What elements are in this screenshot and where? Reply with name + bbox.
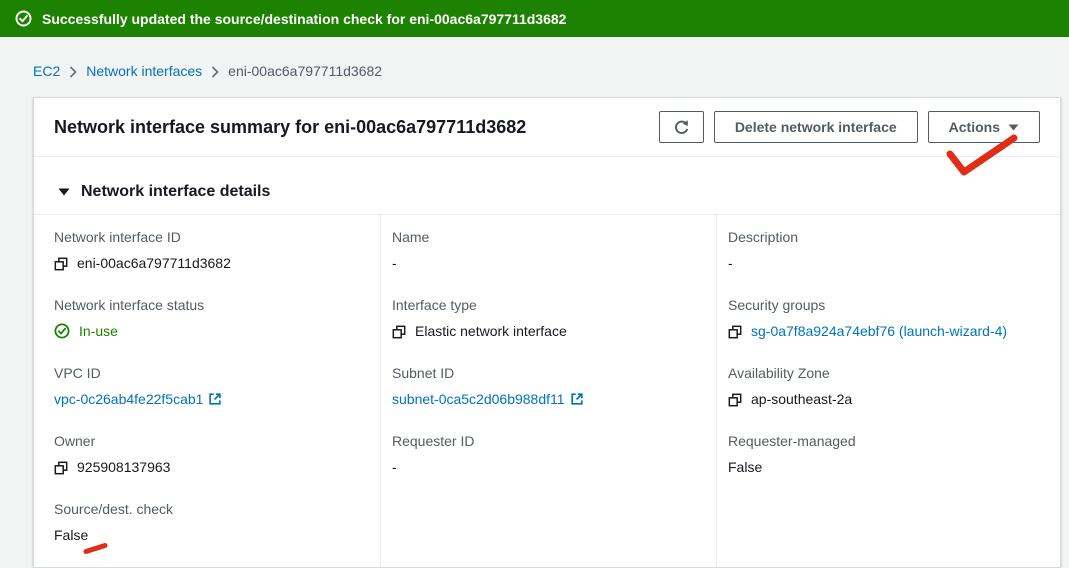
field-value: ap-southeast-2a: [751, 389, 852, 409]
field-label: Network interface ID: [54, 227, 360, 247]
delete-network-interface-button[interactable]: Delete network interface: [714, 111, 918, 143]
breadcrumb-current-eni: eni-00ac6a797711d3682: [228, 63, 382, 79]
details-columns: Network interface ID eni-00ac6a797711d36…: [34, 215, 1060, 567]
field-label: Availability Zone: [728, 363, 1040, 383]
copy-icon[interactable]: [54, 461, 68, 475]
field-value: 925908137963: [77, 457, 170, 477]
field-owner: Owner 925908137963: [54, 431, 360, 477]
field-value: False: [728, 457, 762, 477]
field-label: Description: [728, 227, 1040, 247]
actions-button-label: Actions: [949, 119, 1000, 135]
field-vpc-id: VPC ID vpc-0c26ab4fe22f5cab1: [54, 363, 360, 409]
security-group-link[interactable]: sg-0a7f8a924a74ebf76 (launch-wizard-4): [751, 321, 1007, 341]
details-column-2: Name - Interface type El: [380, 215, 716, 567]
breadcrumb-network-interfaces[interactable]: Network interfaces: [86, 63, 202, 79]
external-link-icon: [570, 392, 584, 406]
status-badge: In-use: [79, 321, 118, 341]
vpc-id-link[interactable]: vpc-0c26ab4fe22f5cab1: [54, 389, 203, 409]
copy-icon[interactable]: [728, 325, 742, 339]
breadcrumb: EC2 Network interfaces eni-00ac6a797711d…: [33, 37, 1061, 97]
field-label: Owner: [54, 431, 360, 451]
field-interface-type: Interface type Elastic network interface: [392, 295, 696, 341]
card-header: Network interface summary for eni-00ac6a…: [34, 98, 1060, 157]
field-label: Source/dest. check: [54, 499, 360, 519]
collapse-caret-icon: [58, 188, 70, 196]
delete-button-label: Delete network interface: [735, 119, 897, 135]
chevron-right-icon: [211, 66, 219, 78]
external-link-icon: [208, 392, 222, 406]
chevron-right-icon: [69, 66, 77, 78]
in-use-check-icon: [54, 323, 70, 339]
actions-dropdown-button[interactable]: Actions: [928, 111, 1040, 143]
field-security-groups: Security groups sg-0a7f8a924a74ebf76 (la…: [728, 295, 1040, 341]
details-column-1: Network interface ID eni-00ac6a797711d36…: [34, 215, 380, 567]
page-content: EC2 Network interfaces eni-00ac6a797711d…: [0, 37, 1069, 568]
field-description: Description -: [728, 227, 1040, 273]
field-value: Elastic network interface: [415, 321, 567, 341]
field-label: Requester-managed: [728, 431, 1040, 451]
copy-icon[interactable]: [392, 325, 406, 339]
header-actions: Delete network interface Actions: [659, 111, 1040, 143]
field-value: -: [728, 253, 733, 273]
field-label: Requester ID: [392, 431, 696, 451]
field-requester-managed: Requester-managed False: [728, 431, 1040, 477]
banner-message: Successfully updated the source/destinat…: [42, 11, 566, 27]
field-value: -: [392, 253, 397, 273]
field-label: VPC ID: [54, 363, 360, 383]
section-title: Network interface details: [81, 183, 270, 201]
subnet-id-link[interactable]: subnet-0ca5c2d06b988df11: [392, 389, 565, 409]
field-label: Network interface status: [54, 295, 360, 315]
copy-icon[interactable]: [728, 393, 742, 407]
field-requester-id: Requester ID -: [392, 431, 696, 477]
field-label: Subnet ID: [392, 363, 696, 383]
field-network-interface-status: Network interface status In-use: [54, 295, 360, 341]
page-title: Network interface summary for eni-00ac6a…: [54, 117, 526, 138]
field-value: eni-00ac6a797711d3682: [77, 253, 231, 273]
field-value: -: [392, 457, 397, 477]
field-label: Interface type: [392, 295, 696, 315]
refresh-button[interactable]: [659, 111, 704, 143]
field-label: Name: [392, 227, 696, 247]
success-check-icon: [15, 10, 32, 27]
caret-down-icon: [1008, 124, 1019, 131]
field-value: False: [54, 525, 88, 545]
success-banner: Successfully updated the source/destinat…: [0, 0, 1069, 37]
field-network-interface-id: Network interface ID eni-00ac6a797711d36…: [54, 227, 360, 273]
breadcrumb-ec2[interactable]: EC2: [33, 63, 60, 79]
field-subnet-id: Subnet ID subnet-0ca5c2d06b988df11: [392, 363, 696, 409]
field-source-dest-check: Source/dest. check False: [54, 499, 360, 545]
details-column-3: Description - Security groups: [716, 215, 1060, 567]
network-interface-summary-card: Network interface summary for eni-00ac6a…: [33, 97, 1061, 568]
network-interface-details-toggle[interactable]: Network interface details: [34, 157, 1060, 214]
field-name: Name -: [392, 227, 696, 273]
refresh-icon: [673, 119, 690, 136]
field-availability-zone: Availability Zone ap-southeast-2a: [728, 363, 1040, 409]
field-label: Security groups: [728, 295, 1040, 315]
copy-icon[interactable]: [54, 257, 68, 271]
